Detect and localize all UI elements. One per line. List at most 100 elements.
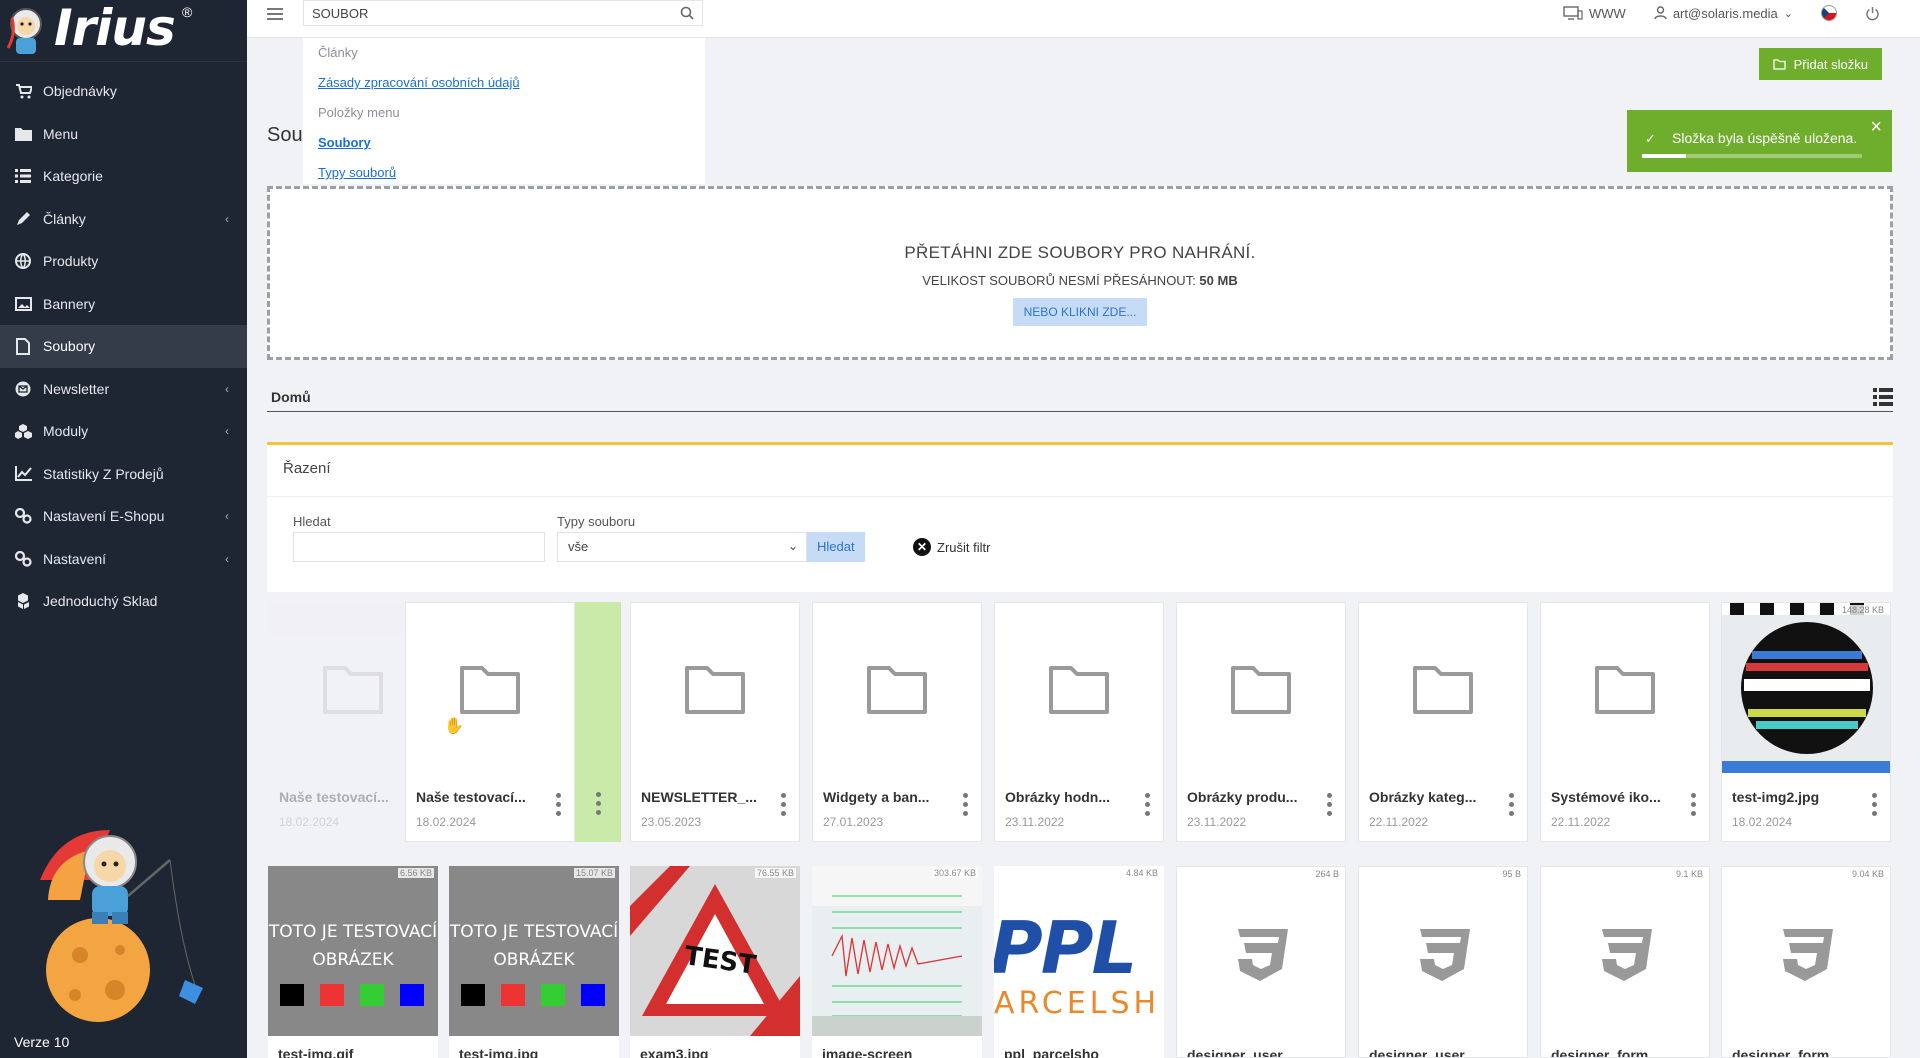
more-options-icon[interactable] — [1872, 793, 1878, 816]
sidebar-item-statistiky[interactable]: Statistiky Z Prodejů — [0, 453, 247, 496]
filter-search-button[interactable]: Hledat — [807, 532, 865, 562]
folder-icon — [460, 666, 520, 714]
grab-cursor-icon: ✋ — [444, 718, 464, 735]
folder-name: Systémové iko... — [1551, 789, 1661, 805]
file-date: 18.02.2024 — [1732, 815, 1793, 829]
file-types-select[interactable]: vše ⌄ — [557, 532, 807, 562]
more-options-icon[interactable] — [1145, 793, 1151, 816]
sidebar-item-newsletter[interactable]: Newsletter ‹ — [0, 368, 247, 411]
clear-filter-button[interactable]: ✕ Zrušit filtr — [913, 532, 990, 562]
more-options-icon[interactable] — [1509, 793, 1515, 816]
folder-tile[interactable]: Widgety a ban... 27.01.2023 — [812, 602, 982, 842]
image-tile[interactable]: 148.28 KB test-img2.jpg 18.02.2024 — [1721, 602, 1891, 842]
image-tile[interactable]: PPL ARCELSH 4.84 KB ppl_parcelsho — [994, 866, 1164, 1058]
logo[interactable]: Irius ® — [0, 0, 247, 62]
css-file-tile[interactable]: 264 B designer_user — [1176, 866, 1346, 1058]
sidebar-item-label: Nastavení — [43, 550, 107, 567]
folder-name: Obrázky produ... — [1187, 789, 1298, 805]
user-icon — [1654, 6, 1667, 20]
file-size: 264 B — [1313, 869, 1341, 879]
image-tile[interactable]: TOTO JE TESTOVACÍ OBRÁZEK 15.07 KB test-… — [449, 866, 619, 1058]
css-file-tile[interactable]: 9.04 KB designer_form — [1721, 866, 1891, 1058]
breadcrumb-home[interactable]: Domů — [271, 389, 311, 405]
sidebar-item-label: Jednoduchý Sklad — [43, 593, 158, 610]
folder-date: 22.11.2022 — [1551, 815, 1611, 829]
hamburger-menu-icon[interactable] — [267, 8, 283, 20]
sidebar-item-nastaveni[interactable]: Nastavení ‹ — [0, 538, 247, 581]
folder-tile[interactable]: NEWSLETTER_... 23.05.2023 — [630, 602, 800, 842]
file-name: designer_form — [1551, 1047, 1649, 1058]
css-file-icon — [1783, 929, 1833, 981]
chevron-left-icon: ‹ — [225, 551, 229, 566]
file-name: exam3.jpg — [640, 1046, 709, 1058]
folder-name: Obrázky hodn... — [1005, 789, 1111, 805]
sidebar-item-nastaveni-eshopu[interactable]: Nastavení E-Shopu ‹ — [0, 495, 247, 538]
globe-icon — [14, 252, 32, 270]
cubes-icon — [14, 422, 32, 440]
more-options-icon[interactable] — [1691, 793, 1697, 816]
search-icon[interactable] — [680, 6, 694, 20]
suggestion-link[interactable]: Typy souborů — [318, 158, 705, 188]
sidebar-item-produkty[interactable]: Produkty — [0, 240, 247, 283]
file-size: 9.1 KB — [1673, 869, 1705, 879]
list-view-icon[interactable] — [1873, 388, 1893, 406]
folder-icon — [323, 666, 383, 714]
astronaut-mascot-illustration — [40, 830, 203, 1022]
folder-tile[interactable]: Obrázky hodn... 23.11.2022 — [994, 602, 1164, 842]
sidebar-item-clanky[interactable]: Články ‹ — [0, 198, 247, 241]
user-menu[interactable]: art@solaris.media ⌄ — [1654, 6, 1793, 21]
suggestion-link[interactable]: Soubory — [318, 128, 705, 158]
image-tile[interactable]: TEST 76.55 KB exam3.jpg — [630, 866, 800, 1058]
thumbnail-caption: TOTO JE TESTOVACÍ OBRÁZEK — [449, 922, 619, 970]
folder-date: 22.11.2022 — [1369, 815, 1429, 829]
file-size: 303.67 KB — [931, 868, 978, 878]
page-title: Sou — [267, 124, 303, 146]
add-folder-button[interactable]: Přidat složku — [1758, 48, 1882, 80]
search-label: Hledat — [293, 514, 331, 529]
browse-files-button[interactable]: NEBO KLIKNI ZDE... — [1012, 298, 1148, 326]
sidebar-item-kategorie[interactable]: Kategorie — [0, 155, 247, 198]
sidebar-item-soubory[interactable]: Soubory — [0, 325, 247, 368]
css-file-tile[interactable]: 9.1 KB designer_form — [1540, 866, 1710, 1058]
more-options-icon[interactable] — [963, 793, 969, 816]
folder-tile[interactable]: Naše testovací... 18.02.2024 — [405, 602, 575, 842]
sidebar-item-jednoduchy-sklad[interactable]: Jednoduchý Sklad — [0, 580, 247, 623]
css-file-tile[interactable]: 95 B designer_user — [1358, 866, 1528, 1058]
language-flag-cz[interactable] — [1821, 5, 1837, 21]
folder-date: 18.02.2024 — [279, 815, 340, 829]
add-folder-label: Přidat složku — [1793, 56, 1868, 72]
sidebar-item-moduly[interactable]: Moduly ‹ — [0, 410, 247, 453]
chevron-left-icon: ‹ — [225, 424, 229, 439]
image-tile[interactable]: TOTO JE TESTOVACÍ OBRÁZEK 6.56 KB test-i… — [268, 866, 438, 1058]
sidebar-item-menu[interactable]: Menu — [0, 113, 247, 156]
upload-dropzone[interactable]: PŘETÁHNI ZDE SOUBORY PRO NAHRÁNÍ. VELIKO… — [267, 186, 1893, 360]
more-options-icon[interactable] — [781, 793, 787, 816]
file-size: 76.55 KB — [754, 868, 796, 878]
folder-name: Naše testovací... — [279, 789, 389, 805]
sidebar-item-bannery[interactable]: Bannery — [0, 283, 247, 326]
search-input[interactable] — [304, 1, 664, 25]
www-link[interactable]: WWW — [1563, 6, 1626, 21]
image-tile[interactable]: 303.67 KB image-screen — [812, 866, 982, 1058]
suggestion-link[interactable]: Zásady zpracování osobních údajů — [318, 68, 705, 98]
logo-registered-mark: ® — [182, 4, 193, 20]
folder-tile[interactable]: Obrázky produ... 23.11.2022 — [1176, 602, 1346, 842]
folder-name: Naše testovací... — [416, 789, 526, 805]
close-icon[interactable]: × — [1870, 116, 1882, 139]
folder-tile[interactable]: Systémové iko... 22.11.2022 — [1540, 602, 1710, 842]
folder-date: 23.11.2022 — [1005, 815, 1065, 829]
check-icon: ✓ — [1645, 131, 1656, 146]
test-image-thumbnail: TOTO JE TESTOVACÍ OBRÁZEK — [449, 866, 619, 1036]
folder-icon — [685, 666, 745, 714]
more-options-icon[interactable] — [596, 792, 601, 815]
clear-filter-label: Zrušit filtr — [937, 539, 991, 555]
more-options-icon[interactable] — [556, 793, 562, 816]
sidebar-item-label: Produkty — [43, 253, 99, 270]
folder-tile[interactable]: Obrázky kateg... 22.11.2022 — [1358, 602, 1528, 842]
sidebar-item-objednavky[interactable]: Objednávky — [0, 70, 247, 113]
breadcrumb: Domů — [267, 384, 1893, 412]
filter-search-input[interactable] — [293, 532, 545, 562]
mail-icon — [14, 380, 32, 398]
more-options-icon[interactable] — [1327, 793, 1333, 816]
logout-button[interactable] — [1865, 6, 1880, 21]
